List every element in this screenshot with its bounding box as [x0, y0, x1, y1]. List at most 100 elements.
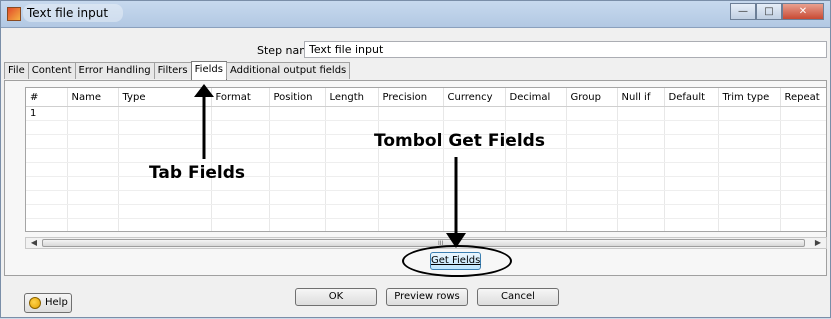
cancel-button[interactable]: Cancel	[477, 288, 559, 306]
table-cell[interactable]	[118, 204, 212, 219]
table-cell[interactable]	[617, 148, 665, 163]
table-cell[interactable]	[718, 120, 781, 135]
table-cell[interactable]	[617, 162, 665, 177]
table-cell[interactable]	[664, 204, 719, 219]
help-button[interactable]: Help	[24, 293, 72, 313]
table-cell[interactable]	[211, 120, 270, 135]
row-number-cell[interactable]	[26, 120, 68, 135]
table-cell[interactable]	[378, 204, 444, 219]
table-cell[interactable]	[269, 176, 326, 191]
table-cell[interactable]	[325, 190, 379, 205]
table-cell[interactable]	[617, 134, 665, 149]
tab-fields[interactable]: Fields	[190, 61, 227, 80]
table-cell[interactable]	[780, 134, 826, 149]
column-header[interactable]: Null if	[617, 88, 665, 107]
table-cell[interactable]	[780, 120, 826, 135]
table-cell[interactable]	[664, 190, 719, 205]
tab-additional-output-fields[interactable]: Additional output fields	[225, 62, 351, 79]
table-cell[interactable]	[325, 134, 379, 149]
table-cell[interactable]	[67, 106, 119, 121]
scroll-left-icon[interactable]: ◀	[28, 238, 40, 248]
column-header[interactable]: Precision	[378, 88, 444, 107]
table-cell[interactable]	[664, 106, 719, 121]
table-cell[interactable]	[664, 162, 719, 177]
close-icon[interactable]: ✕	[782, 3, 824, 20]
row-number-cell[interactable]	[26, 134, 68, 149]
table-cell[interactable]	[718, 176, 781, 191]
table-cell[interactable]	[67, 176, 119, 191]
table-cell[interactable]	[617, 176, 665, 191]
table-cell[interactable]	[664, 218, 719, 231]
table-cell[interactable]	[718, 190, 781, 205]
table-cell[interactable]	[325, 120, 379, 135]
table-cell[interactable]	[718, 148, 781, 163]
step-name-input[interactable]	[304, 41, 827, 58]
column-header[interactable]: Type	[118, 88, 212, 107]
table-cell[interactable]	[325, 204, 379, 219]
row-number-cell[interactable]	[26, 190, 68, 205]
row-number-cell[interactable]	[26, 218, 68, 231]
table-cell[interactable]	[211, 148, 270, 163]
scrollbar-thumb[interactable]: III	[42, 239, 805, 247]
table-cell[interactable]	[566, 120, 618, 135]
ok-button[interactable]: OK	[295, 288, 377, 306]
table-cell[interactable]	[566, 134, 618, 149]
tab-error-handling[interactable]: Error Handling	[74, 62, 155, 79]
get-fields-button[interactable]: Get Fields	[430, 252, 481, 270]
table-cell[interactable]	[566, 106, 618, 121]
table-cell[interactable]	[617, 190, 665, 205]
table-cell[interactable]	[118, 106, 212, 121]
column-header[interactable]: Group	[566, 88, 618, 107]
column-header[interactable]: Decimal	[505, 88, 567, 107]
table-cell[interactable]	[67, 120, 119, 135]
tab-file[interactable]: File	[4, 62, 29, 79]
table-cell[interactable]	[269, 162, 326, 177]
table-cell[interactable]	[211, 190, 270, 205]
table-cell[interactable]	[780, 190, 826, 205]
table-cell[interactable]	[118, 148, 212, 163]
table-cell[interactable]	[269, 134, 326, 149]
table-cell[interactable]	[718, 134, 781, 149]
maximize-icon[interactable]: □	[756, 3, 782, 20]
row-number-cell[interactable]	[26, 162, 68, 177]
column-header[interactable]: Trim type	[718, 88, 781, 107]
table-row[interactable]	[26, 190, 826, 205]
table-cell[interactable]	[505, 162, 567, 177]
table-cell[interactable]	[269, 148, 326, 163]
table-cell[interactable]	[211, 134, 270, 149]
table-cell[interactable]	[505, 218, 567, 231]
table-cell[interactable]	[566, 176, 618, 191]
row-number-cell[interactable]: 1	[26, 106, 68, 121]
column-header[interactable]: Default	[664, 88, 719, 107]
table-cell[interactable]	[118, 134, 212, 149]
table-cell[interactable]	[505, 106, 567, 121]
table-row[interactable]: 1	[26, 106, 826, 121]
column-header[interactable]: Format	[211, 88, 270, 107]
table-row[interactable]	[26, 204, 826, 219]
table-cell[interactable]	[718, 162, 781, 177]
table-cell[interactable]	[118, 120, 212, 135]
table-cell[interactable]	[67, 204, 119, 219]
table-cell[interactable]	[67, 134, 119, 149]
table-cell[interactable]	[566, 218, 618, 231]
tab-filters[interactable]: Filters	[153, 62, 192, 79]
table-row[interactable]	[26, 218, 826, 231]
table-cell[interactable]	[378, 190, 444, 205]
table-cell[interactable]	[617, 218, 665, 231]
table-cell[interactable]	[443, 218, 506, 231]
table-cell[interactable]	[443, 106, 506, 121]
column-header[interactable]: Repeat	[780, 88, 826, 107]
column-header[interactable]: Length	[325, 88, 379, 107]
table-cell[interactable]	[505, 176, 567, 191]
table-cell[interactable]	[325, 218, 379, 231]
column-header[interactable]: Currency	[443, 88, 506, 107]
preview-rows-button[interactable]: Preview rows	[386, 288, 468, 306]
table-cell[interactable]	[269, 218, 326, 231]
table-cell[interactable]	[780, 162, 826, 177]
table-cell[interactable]	[211, 106, 270, 121]
table-cell[interactable]	[780, 176, 826, 191]
table-cell[interactable]	[378, 176, 444, 191]
title-bar[interactable]: Text file input — □ ✕	[1, 1, 830, 28]
column-header[interactable]: Name	[67, 88, 119, 107]
table-row[interactable]	[26, 162, 826, 177]
